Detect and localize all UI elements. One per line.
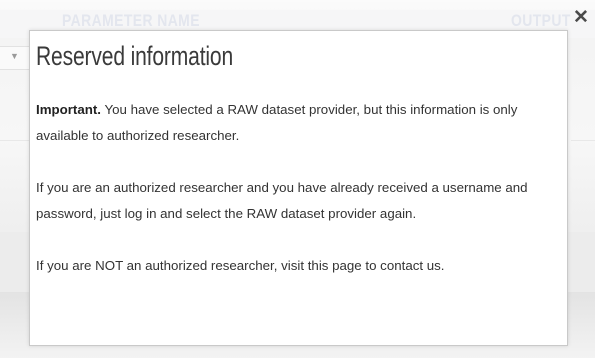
column-header-output: OUTPUT [511,11,571,30]
row-select[interactable]: ▼ [0,46,30,70]
column-header-parameter-name: PARAMETER NAME [62,11,200,30]
row-divider [0,140,30,141]
contact-text-after: to contact us. [361,258,445,273]
important-paragraph: Important. You have selected a RAW datas… [36,97,560,149]
important-text: You have selected a RAW dataset provider… [36,102,518,143]
contact-text-before: If you are NOT an authorized researcher,… [36,258,308,273]
close-icon[interactable]: ✕ [573,8,589,27]
row-divider [571,140,595,141]
contact-paragraph: If you are NOT an authorized researcher,… [36,253,560,279]
contact-page-link[interactable]: this page [308,258,362,273]
dialog-body: Important. You have selected a RAW datas… [36,97,560,279]
important-label: Important. [36,102,102,117]
reserved-information-dialog: Reserved information Important. You have… [29,30,568,346]
login-paragraph: If you are an authorized researcher and … [36,180,528,221]
chevron-down-icon: ▼ [10,51,19,61]
dialog-title: Reserved information [36,41,234,71]
